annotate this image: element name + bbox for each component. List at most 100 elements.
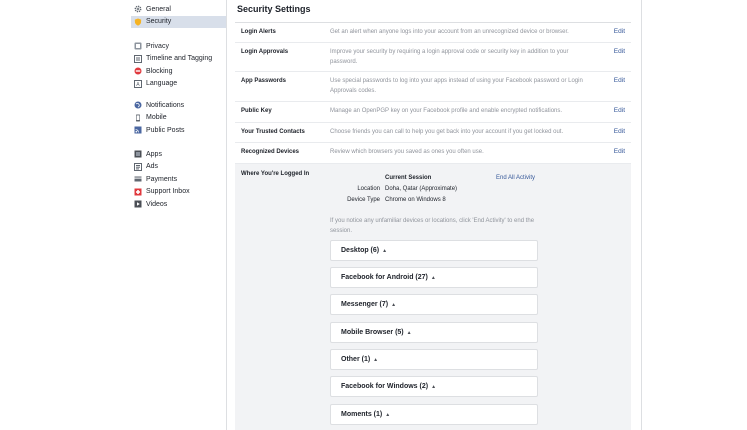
setting-label: Public Key — [241, 108, 272, 114]
edit-recognized-devices-button[interactable]: Edit — [614, 148, 625, 155]
sidebar-group: Notifications Mobile Public Posts — [131, 99, 226, 137]
svg-text:A: A — [136, 82, 140, 88]
sidebar-item-label: Language — [146, 80, 178, 88]
settings-row-login-approvals[interactable]: Login Approvals Improve your security by … — [235, 43, 631, 72]
setting-label: Your Trusted Contacts — [241, 129, 305, 135]
sidebar-item-label: Mobile — [146, 114, 167, 122]
device-group-moments-1[interactable]: Moments (1) ▲ — [330, 404, 538, 425]
caret-up-icon: ▲ — [382, 247, 388, 254]
sidebar-item-videos[interactable]: Videos — [131, 198, 226, 211]
sidebar-item-label: Payments — [146, 175, 178, 183]
device-group-label: Messenger (7) — [341, 301, 389, 308]
caret-up-icon: ▲ — [373, 356, 379, 363]
setting-description: Review which browsers you saved as ones … — [330, 149, 484, 155]
sidebar-item-apps[interactable]: Apps — [131, 148, 226, 161]
device-type-key: Device Type — [347, 197, 380, 203]
mobile-icon — [134, 114, 142, 122]
support-icon — [134, 188, 142, 196]
language-icon: A — [134, 79, 142, 88]
sidebar-item-label: General — [146, 5, 171, 13]
sidebar-item-public-posts[interactable]: Public Posts — [131, 124, 226, 137]
sidebar-item-label: Ads — [146, 163, 159, 171]
sidebar-item-general[interactable]: General — [131, 3, 226, 16]
sidebar-item-security[interactable]: Security — [131, 15, 226, 28]
caret-up-icon: ▲ — [385, 411, 391, 418]
sidebar-item-label: Notifications — [146, 101, 185, 109]
caret-up-icon: ▲ — [391, 301, 397, 308]
setting-description: Get an alert when anyone logs into your … — [330, 29, 569, 35]
settings-row-your-trusted-contacts[interactable]: Your Trusted Contacts Choose friends you … — [235, 123, 631, 143]
sidebar-item-privacy[interactable]: Privacy — [131, 40, 226, 53]
shield-icon — [134, 18, 142, 26]
setting-description: Use special passwords to log into your a… — [330, 78, 583, 94]
unfamiliar-devices-notice: If you notice any unfamiliar devices or … — [330, 218, 535, 234]
gear-icon — [134, 5, 142, 13]
globe-icon — [134, 101, 142, 109]
edit-public-key-button[interactable]: Edit — [614, 107, 625, 114]
sidebar-group: Apps Ads Payments Support Inbox Videos — [131, 148, 226, 211]
videos-icon — [134, 200, 142, 208]
current-session-heading: Current Session — [385, 175, 432, 181]
setting-label: Login Approvals — [241, 49, 289, 55]
settings-row-public-key[interactable]: Public Key Manage an OpenPGP key on your … — [235, 102, 631, 123]
sidebar-item-label: Timeline and Tagging — [146, 55, 213, 63]
device-group-label: Desktop (6) — [341, 247, 380, 254]
settings-sidebar: General Security Privacy Timeline and Taggi… — [131, 0, 226, 430]
sidebar-group: General Security — [131, 3, 226, 28]
where-logged-in-section: Where You're Logged In Current Session L… — [235, 164, 631, 430]
sidebar-item-support-inbox[interactable]: Support Inbox — [131, 186, 226, 199]
device-type-value: Chrome on Windows 8 — [385, 197, 446, 203]
setting-description: Improve your security by requiring a log… — [330, 49, 569, 65]
settings-row-recognized-devices[interactable]: Recognized Devices Review which browsers … — [235, 143, 631, 164]
caret-up-icon: ▲ — [431, 383, 437, 390]
blocking-icon — [134, 67, 142, 75]
apps-icon — [134, 150, 142, 158]
settings-row-login-alerts[interactable]: Login Alerts Get an alert when anyone log… — [235, 23, 631, 43]
settings-row-app-passwords[interactable]: App Passwords Use special passwords to lo… — [235, 72, 631, 102]
sidebar-item-label: Privacy — [146, 42, 169, 50]
setting-description: Manage an OpenPGP key on your Facebook p… — [330, 108, 563, 114]
payments-icon — [134, 175, 142, 183]
device-group-messenger-7[interactable]: Messenger (7) ▲ — [330, 294, 538, 315]
edit-login-alerts-button[interactable]: Edit — [614, 28, 625, 35]
setting-description: Choose friends you can call to help you … — [330, 129, 564, 135]
sidebar-item-language[interactable]: A Language — [131, 78, 226, 91]
edit-login-approvals-button[interactable]: Edit — [614, 48, 625, 55]
sidebar-item-label: Support Inbox — [146, 188, 190, 196]
edit-app-passwords-button[interactable]: Edit — [614, 77, 625, 84]
setting-label: Recognized Devices — [241, 149, 300, 155]
sidebar-item-timeline-and-tagging[interactable]: Timeline and Tagging — [131, 53, 226, 66]
sidebar-item-label: Videos — [146, 200, 168, 208]
sidebar-item-label: Blocking — [146, 67, 173, 75]
setting-label: Login Alerts — [241, 29, 276, 35]
security-settings-panel: Security Settings Login Alerts Get an ale… — [227, 0, 641, 430]
page-title: Security Settings — [237, 4, 311, 14]
sidebar-item-payments[interactable]: Payments — [131, 173, 226, 186]
device-group-label: Other (1) — [341, 356, 371, 363]
content-right-border — [641, 0, 642, 430]
sidebar-item-label: Security — [146, 18, 172, 26]
device-group-mobile-browser-5[interactable]: Mobile Browser (5) ▲ — [330, 322, 538, 343]
device-group-other-1[interactable]: Other (1) ▲ — [330, 349, 538, 370]
sidebar-item-label: Apps — [146, 150, 162, 158]
rss-icon — [134, 126, 142, 134]
sidebar-item-mobile[interactable]: Mobile — [131, 112, 226, 125]
caret-up-icon: ▲ — [430, 274, 436, 281]
ads-icon — [134, 162, 142, 171]
location-value: Doha, Qatar (Approximate) — [385, 186, 458, 192]
device-group-label: Mobile Browser (5) — [341, 329, 404, 336]
end-all-activity-link[interactable]: End All Activity — [496, 175, 535, 181]
where-logged-in-label: Where You're Logged In — [241, 171, 310, 177]
device-group-facebook-for-windows-2[interactable]: Facebook for Windows (2) ▲ — [330, 376, 538, 397]
sidebar-item-ads[interactable]: Ads — [131, 161, 226, 174]
sidebar-group: Privacy Timeline and Tagging Blocking A Lang… — [131, 40, 226, 90]
caret-up-icon: ▲ — [406, 329, 412, 336]
sidebar-item-notifications[interactable]: Notifications — [131, 99, 226, 112]
device-group-label: Facebook for Windows (2) — [341, 383, 429, 390]
sidebar-item-blocking[interactable]: Blocking — [131, 65, 226, 78]
device-group-desktop-6[interactable]: Desktop (6) ▲ — [330, 240, 538, 261]
device-group-facebook-for-android-27[interactable]: Facebook for Android (27) ▲ — [330, 267, 538, 288]
timeline-icon — [134, 54, 142, 63]
edit-your-trusted-contacts-button[interactable]: Edit — [614, 128, 625, 135]
sidebar-item-label: Public Posts — [146, 126, 185, 134]
